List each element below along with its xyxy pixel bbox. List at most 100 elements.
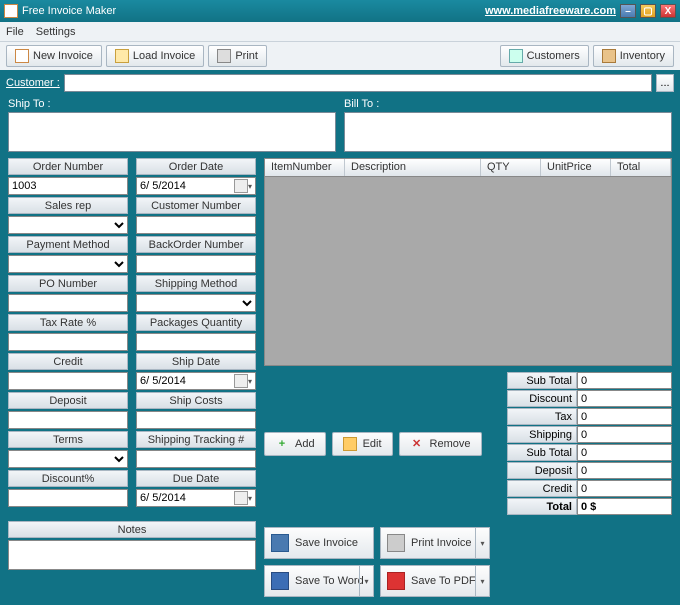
tracking-input[interactable]: [136, 450, 256, 468]
customer-browse-button[interactable]: ...: [656, 74, 674, 92]
printer-icon: [387, 534, 405, 552]
grid-header: ItemNumber Description QTY UnitPrice Tot…: [265, 159, 671, 177]
customers-icon: [509, 49, 523, 63]
plus-icon: +: [275, 437, 289, 451]
calendar-icon[interactable]: [234, 374, 248, 388]
shipping-method-select[interactable]: [136, 294, 256, 312]
title-bar: Free Invoice Maker www.mediafreeware.com…: [0, 0, 680, 22]
notes-label: Notes: [8, 521, 256, 538]
deposit-label: Deposit: [8, 392, 128, 409]
load-invoice-button[interactable]: Load Invoice: [106, 45, 204, 67]
grid-actions: +Add Edit ✕Remove Sub Total0 Discount0 T…: [264, 366, 672, 521]
app-icon: [4, 4, 18, 18]
shipping-tot-label: Shipping: [507, 426, 577, 443]
notes-input[interactable]: [8, 540, 256, 570]
left-fields: Order Number Sales rep Payment Method PO…: [8, 158, 128, 521]
menu-settings[interactable]: Settings: [36, 26, 76, 38]
terms-label: Terms: [8, 431, 128, 448]
packages-qty-label: Packages Quantity: [136, 314, 256, 331]
customer-label: Customer :: [6, 77, 60, 89]
print-invoice-button[interactable]: Print Invoice▾: [380, 527, 490, 559]
customer-number-input[interactable]: [136, 216, 256, 234]
discount-input[interactable]: [8, 489, 128, 507]
close-button[interactable]: X: [660, 4, 676, 18]
order-number-input[interactable]: [8, 177, 128, 195]
inventory-icon: [602, 49, 616, 63]
tax-tot-value: 0: [577, 408, 672, 425]
deposit-tot-value: 0: [577, 462, 672, 479]
customer-number-label: Customer Number: [136, 197, 256, 214]
totals-panel: Sub Total0 Discount0 Tax0 Shipping0 Sub …: [507, 372, 672, 515]
payment-method-label: Payment Method: [8, 236, 128, 253]
calendar-icon[interactable]: [234, 491, 248, 505]
shipping-tot-value: 0: [577, 426, 672, 443]
col-item-number[interactable]: ItemNumber: [265, 159, 345, 176]
subtotal2-label: Sub Total: [507, 444, 577, 461]
chevron-down-icon[interactable]: ▾: [475, 528, 489, 558]
save-word-button[interactable]: Save To Word▾: [264, 565, 374, 597]
x-icon: ✕: [410, 437, 424, 451]
customer-row: Customer : ...: [0, 70, 680, 96]
po-number-input[interactable]: [8, 294, 128, 312]
chevron-down-icon[interactable]: ▾: [359, 566, 373, 596]
tracking-label: Shipping Tracking #: [136, 431, 256, 448]
backorder-label: BackOrder Number: [136, 236, 256, 253]
backorder-input[interactable]: [136, 255, 256, 273]
deposit-input[interactable]: [8, 411, 128, 429]
order-date-input[interactable]: 6/ 5/2014▾: [136, 177, 256, 195]
col-qty[interactable]: QTY: [481, 159, 541, 176]
shipping-method-label: Shipping Method: [136, 275, 256, 292]
website-link[interactable]: www.mediafreeware.com: [485, 5, 616, 17]
ship-costs-input[interactable]: [136, 411, 256, 429]
open-icon: [115, 49, 129, 63]
customers-button[interactable]: Customers: [500, 45, 589, 67]
bill-to-input[interactable]: [344, 112, 672, 152]
col-total[interactable]: Total: [611, 159, 671, 176]
minimize-button[interactable]: –: [620, 4, 636, 18]
save-icon: [271, 534, 289, 552]
menu-bar: File Settings: [0, 22, 680, 42]
ship-date-input[interactable]: 6/ 5/2014▾: [136, 372, 256, 390]
pdf-icon: [387, 572, 405, 590]
print-button[interactable]: Print: [208, 45, 267, 67]
chevron-down-icon: ▾: [248, 377, 252, 386]
ship-date-label: Ship Date: [136, 353, 256, 370]
inventory-button[interactable]: Inventory: [593, 45, 674, 67]
remove-button[interactable]: ✕Remove: [399, 432, 482, 456]
sales-rep-select[interactable]: [8, 216, 128, 234]
address-row: Ship To : Bill To :: [0, 96, 680, 158]
menu-file[interactable]: File: [6, 26, 24, 38]
discount-label: Discount%: [8, 470, 128, 487]
maximize-button[interactable]: ▢: [640, 4, 656, 18]
print-icon: [217, 49, 231, 63]
add-button[interactable]: +Add: [264, 432, 326, 456]
order-date-label: Order Date: [136, 158, 256, 175]
ship-costs-label: Ship Costs: [136, 392, 256, 409]
packages-qty-input[interactable]: [136, 333, 256, 351]
ship-to-input[interactable]: [8, 112, 336, 152]
customer-input[interactable]: [64, 74, 652, 92]
deposit-tot-label: Deposit: [507, 462, 577, 479]
tax-tot-label: Tax: [507, 408, 577, 425]
terms-select[interactable]: [8, 450, 128, 468]
col-unit-price[interactable]: UnitPrice: [541, 159, 611, 176]
due-date-input[interactable]: 6/ 5/2014▾: [136, 489, 256, 507]
items-grid[interactable]: ItemNumber Description QTY UnitPrice Tot…: [264, 158, 672, 366]
subtotal2-value: 0: [577, 444, 672, 461]
sales-rep-label: Sales rep: [8, 197, 128, 214]
tax-rate-input[interactable]: [8, 333, 128, 351]
save-pdf-button[interactable]: Save To PDF▾: [380, 565, 490, 597]
notes-section: Notes: [8, 521, 256, 573]
new-icon: [15, 49, 29, 63]
save-invoice-button[interactable]: Save Invoice: [264, 527, 374, 559]
toolbar: New Invoice Load Invoice Print Customers…: [0, 42, 680, 70]
new-invoice-button[interactable]: New Invoice: [6, 45, 102, 67]
export-buttons: Save Invoice Print Invoice▾ Save To Word…: [264, 521, 494, 597]
credit-input[interactable]: [8, 372, 128, 390]
edit-button[interactable]: Edit: [332, 432, 393, 456]
chevron-down-icon[interactable]: ▾: [475, 566, 489, 596]
col-description[interactable]: Description: [345, 159, 481, 176]
credit-tot-label: Credit: [507, 480, 577, 497]
payment-method-select[interactable]: [8, 255, 128, 273]
calendar-icon[interactable]: [234, 179, 248, 193]
